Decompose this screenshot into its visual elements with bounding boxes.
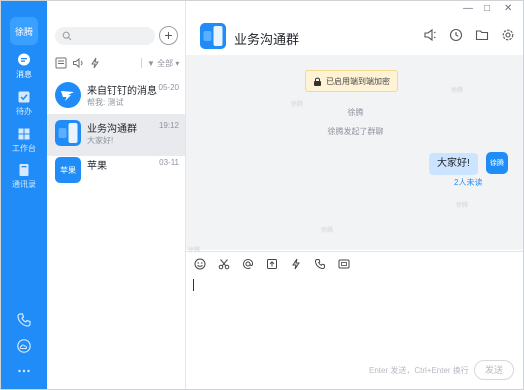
conversation-name: 来自钉钉的消息 xyxy=(87,86,157,97)
more-icon[interactable] xyxy=(16,363,32,379)
dingtalk-logo xyxy=(55,82,81,108)
file-upload-icon[interactable] xyxy=(266,258,278,270)
close-button[interactable]: ✕ xyxy=(504,3,512,14)
mention-icon[interactable] xyxy=(242,258,254,270)
phone-icon[interactable] xyxy=(16,312,32,328)
nav-item-label: 通讯录 xyxy=(12,180,36,189)
contact-avatar: 苹果 xyxy=(55,157,81,183)
conversation-time: 19:12 xyxy=(158,121,179,130)
filter-label: 全部 xyxy=(157,59,174,68)
conversation-name: 苹果 xyxy=(87,161,107,172)
settings-icon[interactable] xyxy=(501,28,515,42)
encryption-notice[interactable]: 已启用端到端加密 xyxy=(305,70,398,92)
conversation-list-panel: + ▼ 全部 ▾ 来自钉钉的消息 帮我: 测试 05-20 业务沟通群 大家好!… xyxy=(47,1,186,389)
conversation-item[interactable]: 业务沟通群 大家好! 19:12 xyxy=(47,114,185,156)
folder-icon[interactable] xyxy=(475,28,489,42)
watermark: 徐腾 xyxy=(451,88,464,94)
chevron-down-icon: ▾ xyxy=(175,59,180,68)
search-icon xyxy=(62,31,72,41)
watermark: 徐腾 xyxy=(456,203,469,209)
conversation-time: 05-20 xyxy=(158,83,179,92)
send-button[interactable]: 发送 xyxy=(474,360,514,380)
chat-area: — □ ✕ 业务沟通群 已启用端到端加密 徐腾 徐腾发起了群聊 大家好! 徐腾 … xyxy=(186,1,523,389)
nav-item-workbench[interactable]: 工作台 xyxy=(1,127,47,154)
group-avatar xyxy=(55,120,81,146)
conversation-item[interactable]: 苹果 苹果 03-11 xyxy=(47,151,185,193)
cloud-icon[interactable] xyxy=(16,338,32,354)
nav-item-todo[interactable]: 待办 xyxy=(1,90,47,117)
watermark: 徐腾 xyxy=(291,102,304,108)
search-input[interactable] xyxy=(55,27,155,45)
dingtalk-window: 徐腾 消息 待办 工作台 通讯录 + ▼ 全部 ▾ 来自钉钉的消息 帮我: 测试… xyxy=(0,0,524,390)
filter-dropdown[interactable]: ▼ 全部 ▾ xyxy=(147,58,179,69)
lock-icon xyxy=(314,77,321,86)
group-avatar xyxy=(200,23,226,49)
unread-status[interactable]: 2人未读 xyxy=(454,177,482,188)
clock-icon[interactable] xyxy=(449,28,463,42)
system-sender: 徐腾 xyxy=(347,108,364,117)
message-icon xyxy=(18,53,30,66)
nav-item-label: 消息 xyxy=(16,70,32,79)
speaker-icon[interactable] xyxy=(72,57,84,69)
nav-item-contacts[interactable]: 通讯录 xyxy=(1,163,47,190)
nav-item-messages[interactable]: 消息 xyxy=(1,53,47,80)
sender-avatar[interactable]: 徐腾 xyxy=(486,152,508,174)
conversation-preview: 大家好! xyxy=(87,136,114,145)
conversation-time: 03-11 xyxy=(159,158,179,167)
maximize-button[interactable]: □ xyxy=(484,3,490,14)
conversation-item[interactable]: 来自钉钉的消息 帮我: 测试 05-20 xyxy=(47,76,185,118)
chat-title: 业务沟通群 xyxy=(234,32,300,47)
message-bubble[interactable]: 大家好! xyxy=(429,153,478,175)
lightning-icon[interactable] xyxy=(290,258,302,270)
add-button[interactable]: + xyxy=(159,26,178,45)
workbench-icon xyxy=(18,128,30,140)
nav-item-label: 工作台 xyxy=(12,144,36,153)
phone-icon[interactable] xyxy=(314,258,326,270)
list-filter-bar: ▼ 全部 ▾ xyxy=(47,56,186,72)
nav-rail: 徐腾 消息 待办 工作台 通讯录 xyxy=(1,1,47,389)
input-toolbar xyxy=(186,251,523,273)
todo-icon xyxy=(18,91,30,103)
announcement-icon[interactable] xyxy=(423,28,437,42)
scissors-icon[interactable] xyxy=(218,258,230,270)
filter-icon: ▼ xyxy=(147,59,155,68)
nav-item-label: 待办 xyxy=(16,107,32,116)
message-input[interactable] xyxy=(193,279,194,291)
user-avatar[interactable]: 徐腾 xyxy=(10,17,38,45)
conversation-name: 业务沟通群 xyxy=(87,124,137,135)
input-hint: Enter 发送，Ctrl+Enter 换行 xyxy=(369,366,469,375)
conversation-preview: 帮我: 测试 xyxy=(87,98,124,107)
minimize-button[interactable]: — xyxy=(463,3,473,14)
divider xyxy=(141,58,142,68)
message-area: 已启用端到端加密 徐腾 徐腾发起了群聊 大家好! 徐腾 2人未读 徐腾 徐腾 徐… xyxy=(186,55,523,254)
list-icon[interactable] xyxy=(55,57,67,69)
encryption-notice-text: 已启用端到端加密 xyxy=(326,76,390,86)
emoji-icon[interactable] xyxy=(194,258,206,270)
screenshot-icon[interactable] xyxy=(338,258,350,270)
system-message: 徐腾发起了群聊 xyxy=(327,127,384,136)
contacts-icon xyxy=(19,164,29,176)
watermark: 徐腾 xyxy=(321,228,334,234)
lightning-icon[interactable] xyxy=(89,57,101,69)
chat-header: 业务沟通群 xyxy=(186,23,523,51)
